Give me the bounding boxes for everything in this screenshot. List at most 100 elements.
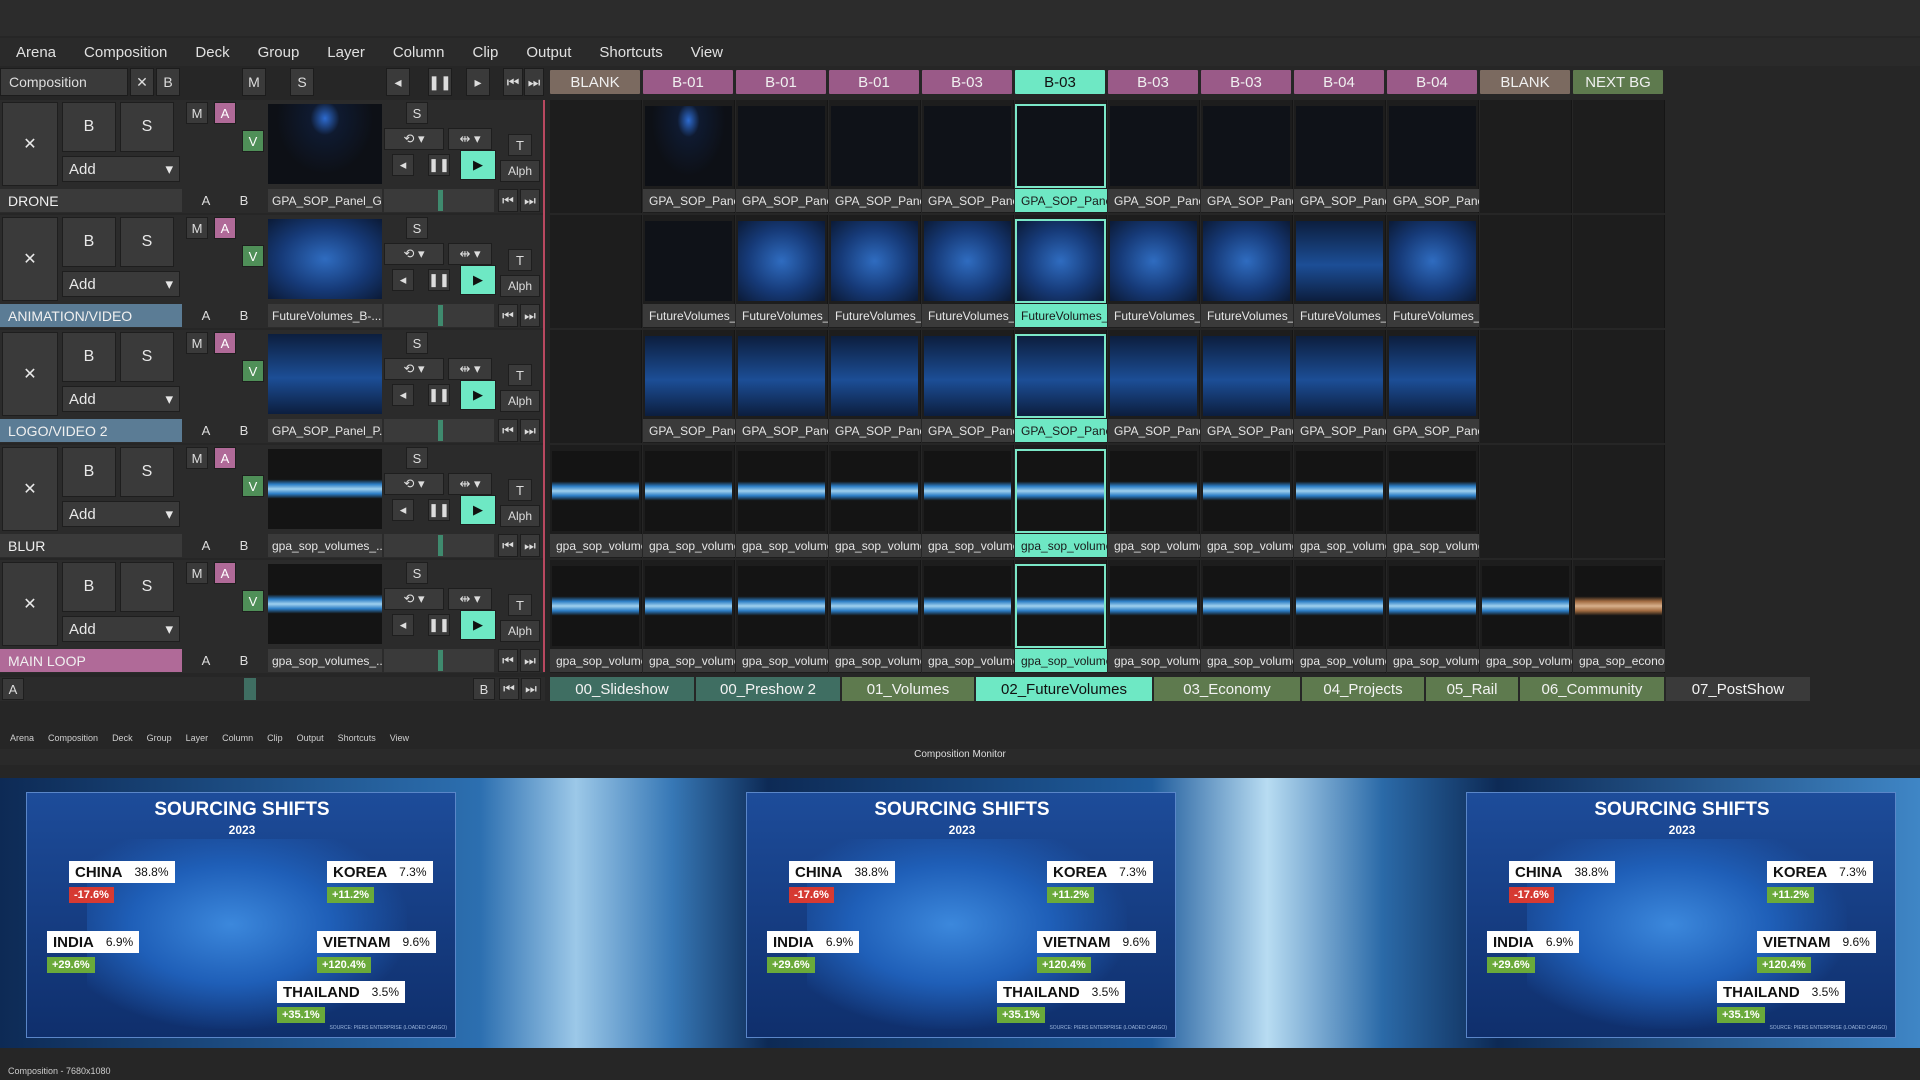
layer-mask-button[interactable]: M — [186, 447, 208, 469]
layer-name[interactable]: ANIMATION/VIDEO — [0, 304, 182, 327]
layer-solo-small-button[interactable]: S — [406, 217, 428, 239]
layer-skip-forward-icon[interactable]: ⏭ — [520, 189, 540, 212]
layer-a-button[interactable]: A — [214, 447, 236, 469]
clip-cell[interactable]: gpa_sop_volumes... — [643, 445, 735, 558]
layer-bypass-button[interactable]: B — [62, 217, 116, 267]
deck-tab[interactable]: 00_Preshow 2 — [696, 677, 840, 701]
clip-cell[interactable]: FutureVolumes_B-... — [1108, 215, 1200, 328]
layer-skip-back-icon[interactable]: ⏮ — [498, 419, 518, 442]
clip-cell[interactable] — [1480, 330, 1572, 443]
layer-v-button[interactable]: V — [242, 360, 264, 382]
layer-name[interactable]: MAIN LOOP — [0, 649, 182, 672]
layer-mask-button[interactable]: M — [186, 102, 208, 124]
menu2-item-deck[interactable]: Deck — [112, 733, 133, 743]
deck-tab[interactable]: 05_Rail — [1426, 677, 1518, 701]
layer-transition-button[interactable]: T — [508, 594, 532, 616]
layer-solo-button[interactable]: S — [120, 562, 174, 612]
layer-v-button[interactable]: V — [242, 475, 264, 497]
layer-a-button[interactable]: A — [214, 332, 236, 354]
layer-alpha-button[interactable]: Alph — [500, 160, 540, 182]
clip-cell[interactable]: gpa_sop_volumes... — [922, 445, 1014, 558]
layer-direction-dropdown[interactable]: ⟲ ▾ — [384, 588, 444, 610]
composition-solo-button[interactable]: S — [290, 68, 314, 96]
clip-cell[interactable]: gpa_sop_volumes... — [1108, 560, 1200, 673]
clip-cell[interactable]: GPA_SOP_Panel_G... — [1294, 100, 1386, 213]
clip-cell[interactable]: gpa_sop_volumes... — [829, 445, 921, 558]
layer-bypass-button[interactable]: B — [62, 447, 116, 497]
layer-v-button[interactable]: V — [242, 130, 264, 152]
layer-crossfade-b[interactable]: B — [230, 649, 258, 672]
layer-crossfade-a[interactable]: A — [192, 419, 220, 442]
layer-direction-dropdown[interactable]: ⟲ ▾ — [384, 473, 444, 495]
composition-label[interactable]: Composition — [0, 68, 128, 96]
clip-cell[interactable]: GPA_SOP_Panel_G... — [736, 100, 828, 213]
clip-cell[interactable]: gpa_sop_volumes... — [736, 445, 828, 558]
clip-cell[interactable]: gpa_sop_volumes... — [1015, 445, 1107, 558]
deck-skip-forward-icon[interactable]: ⏭ — [521, 678, 541, 700]
layer-a-button[interactable]: A — [214, 102, 236, 124]
layer-direction-dropdown[interactable]: ⟲ ▾ — [384, 128, 444, 150]
layer-mask-button[interactable]: M — [186, 332, 208, 354]
layer-pause-icon[interactable]: ❚❚ — [428, 499, 450, 521]
layer-close-button[interactable]: ✕ — [2, 447, 58, 531]
layer-crossfade-a[interactable]: A — [192, 649, 220, 672]
clip-cell[interactable]: gpa_sop_volumes... — [829, 560, 921, 673]
layer-alpha-button[interactable]: Alph — [500, 390, 540, 412]
composition-pause-icon[interactable]: ❚❚ — [428, 68, 452, 96]
layer-add-dropdown[interactable]: Add ▾ — [62, 386, 180, 412]
deck-tab[interactable]: 00_Slideshow — [550, 677, 694, 701]
clip-cell[interactable]: gpa_sop_volumes... — [1480, 560, 1572, 673]
layer-opacity-handle[interactable] — [438, 420, 443, 441]
menu-item-composition[interactable]: Composition — [84, 44, 167, 61]
menu-item-clip[interactable]: Clip — [473, 44, 499, 61]
clip-cell[interactable]: GPA_SOP_Panel_P... — [643, 330, 735, 443]
clip-cell[interactable]: GPA_SOP_Panel_P... — [736, 330, 828, 443]
layer-crossfade-a[interactable]: A — [192, 189, 220, 212]
layer-v-button[interactable]: V — [242, 590, 264, 612]
column-header-7[interactable]: B-03 — [1108, 70, 1198, 94]
layer-reverse-icon[interactable]: ◂ — [392, 499, 414, 521]
deck-tab[interactable]: 04_Projects — [1302, 677, 1424, 701]
layer-add-dropdown[interactable]: Add ▾ — [62, 501, 180, 527]
clip-cell[interactable]: gpa_sop_volumes... — [1201, 445, 1293, 558]
clip-cell[interactable] — [1480, 215, 1572, 328]
clip-cell[interactable]: gpa_sop_volumes... — [1294, 560, 1386, 673]
column-header-10[interactable]: B-04 — [1387, 70, 1477, 94]
deck-tab[interactable]: 06_Community — [1520, 677, 1664, 701]
clip-cell[interactable]: gpa_sop_volumes... — [1108, 445, 1200, 558]
clip-cell[interactable]: GPA_SOP_Panel_G... — [1201, 100, 1293, 213]
layer-reverse-icon[interactable]: ◂ — [392, 269, 414, 291]
menu2-item-shortcuts[interactable]: Shortcuts — [338, 733, 376, 743]
layer-crossfade-b[interactable]: B — [230, 189, 258, 212]
clip-cell[interactable] — [1573, 445, 1665, 558]
layer-skip-forward-icon[interactable]: ⏭ — [520, 304, 540, 327]
deck-tab[interactable]: 02_FutureVolumes — [976, 677, 1152, 701]
layer-crossfade-a[interactable]: A — [192, 304, 220, 327]
clip-cell[interactable]: GPA_SOP_Panel_G... — [643, 100, 735, 213]
layer-transition-button[interactable]: T — [508, 364, 532, 386]
menu2-item-arena[interactable]: Arena — [10, 733, 34, 743]
clip-cell[interactable]: gpa_sop_volumes... — [1015, 560, 1107, 673]
clip-cell[interactable]: GPA_SOP_Panel_P... — [1387, 330, 1479, 443]
clip-cell[interactable] — [1480, 100, 1572, 213]
clip-cell[interactable] — [550, 330, 642, 443]
menu-item-deck[interactable]: Deck — [195, 44, 229, 61]
layer-solo-small-button[interactable]: S — [406, 332, 428, 354]
layer-play-icon[interactable]: ▶ — [460, 265, 496, 295]
layer-bypass-button[interactable]: B — [62, 332, 116, 382]
clip-cell[interactable]: GPA_SOP_Panel_P... — [922, 330, 1014, 443]
layer-bypass-button[interactable]: B — [62, 102, 116, 152]
deck-tab[interactable]: 07_PostShow — [1666, 677, 1810, 701]
layer-play-icon[interactable]: ▶ — [460, 150, 496, 180]
composition-close-button[interactable]: ✕ — [130, 68, 154, 96]
clip-cell[interactable]: gpa_sop_volumes... — [550, 445, 642, 558]
layer-alpha-button[interactable]: Alph — [500, 505, 540, 527]
layer-a-button[interactable]: A — [214, 562, 236, 584]
layer-play-icon[interactable]: ▶ — [460, 610, 496, 640]
layer-solo-button[interactable]: S — [120, 447, 174, 497]
column-header-9[interactable]: B-04 — [1294, 70, 1384, 94]
layer-pause-icon[interactable]: ❚❚ — [428, 269, 450, 291]
menu-item-arena[interactable]: Arena — [16, 44, 56, 61]
layer-mask-button[interactable]: M — [186, 562, 208, 584]
layer-add-dropdown[interactable]: Add ▾ — [62, 156, 180, 182]
